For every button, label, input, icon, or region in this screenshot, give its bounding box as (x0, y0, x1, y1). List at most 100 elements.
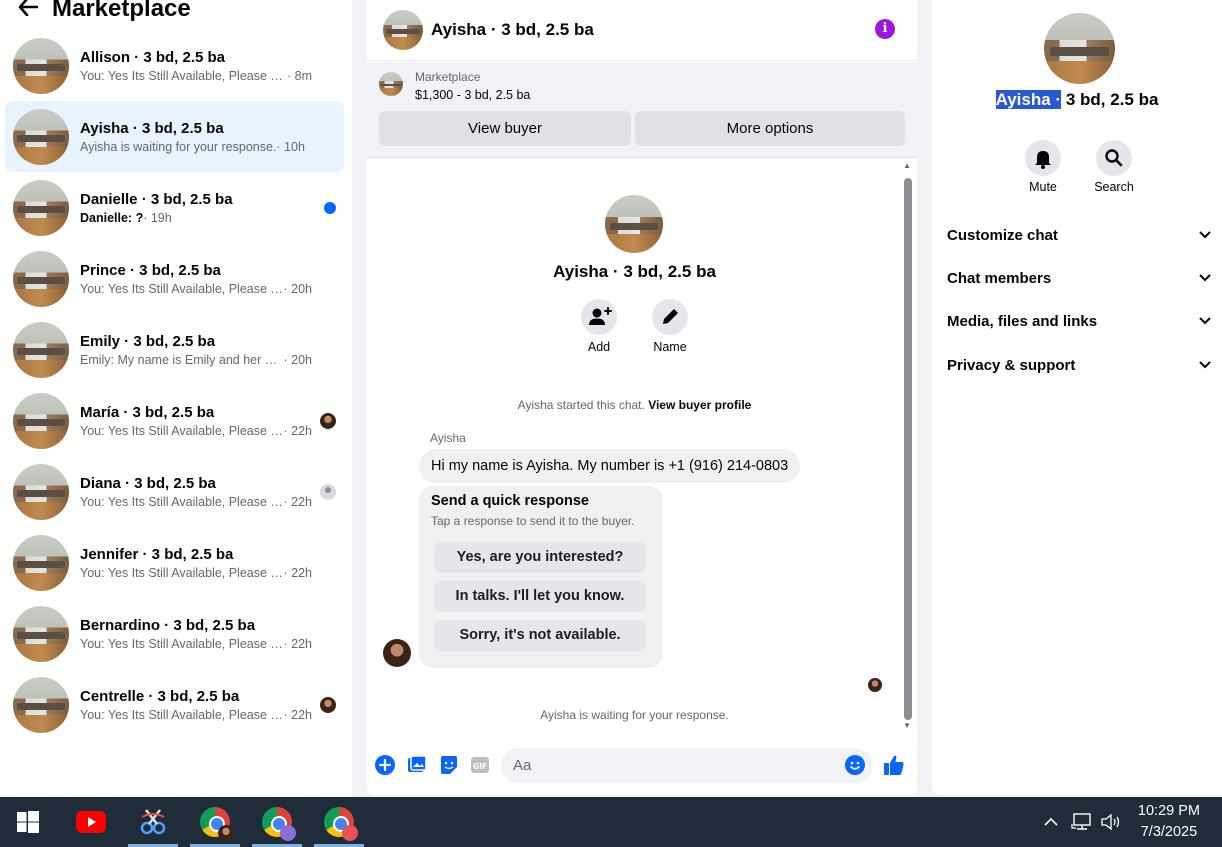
name-label: Name (653, 340, 687, 354)
mute-button[interactable] (1025, 140, 1061, 176)
back-arrow-icon[interactable] (18, 0, 52, 22)
plus-circle-icon[interactable] (375, 755, 395, 775)
more-options-button[interactable]: More options (635, 111, 905, 146)
quick-response-in-talks-button[interactable]: In talks. I'll let you know. (434, 581, 646, 612)
chevron-down-icon (1199, 231, 1211, 239)
chat-started-notice: Ayisha started this chat. View buyer pro… (367, 398, 902, 412)
conversation-time: · 22h (283, 636, 313, 651)
chat-header-avatar[interactable] (383, 10, 423, 50)
sticker-icon[interactable] (439, 755, 459, 775)
chat-header: Ayisha · 3 bd, 2.5 ba (367, 0, 917, 61)
message-input[interactable]: Aa (501, 748, 873, 783)
listing-avatar (13, 250, 69, 307)
thumbs-up-icon[interactable] (883, 754, 905, 776)
conversation-item-allison[interactable]: Allison · 3 bd, 2.5 ba You: Yes Its Stil… (5, 30, 344, 101)
photo-icon[interactable] (407, 755, 427, 775)
chevron-down-icon (1199, 361, 1211, 369)
taskbar-chrome-3[interactable] (314, 797, 364, 847)
profile-badge (218, 825, 234, 841)
listing-avatar (13, 605, 69, 662)
conversation-item-diana[interactable]: Diana · 3 bd, 2.5 ba You: Yes Its Still … (5, 456, 344, 527)
chat-panel: Ayisha · 3 bd, 2.5 ba i Marketplace $1,3… (367, 0, 917, 795)
conversation-item-centrelle[interactable]: Centrelle · 3 bd, 2.5 ba You: Yes Its St… (5, 669, 344, 740)
listing-avatar (13, 676, 69, 733)
conversation-time: · 20h (283, 352, 313, 367)
view-buyer-profile-link[interactable]: View buyer profile (648, 398, 751, 412)
listing-avatar (13, 37, 69, 94)
conversation-item-prince[interactable]: Prince · 3 bd, 2.5 ba You: Yes Its Still… (5, 243, 344, 314)
chat-title[interactable]: Ayisha · 3 bd, 2.5 ba (431, 20, 594, 40)
bell-icon (1035, 151, 1051, 169)
quick-response-yes-button[interactable]: Yes, are you interested? (434, 542, 646, 573)
conversation-preview: Emily: My name is Emily and her na... (80, 352, 284, 367)
sender-avatar[interactable] (383, 639, 411, 667)
conversation-name: María · 3 bd, 2.5 ba (80, 403, 215, 421)
svg-text:GIF: GIF (473, 762, 487, 771)
system-clock[interactable]: 10:29 PM 7/3/2025 (1138, 801, 1200, 843)
gif-icon[interactable]: GIF (470, 755, 490, 775)
scroll-up-arrow-icon[interactable]: ▲ (903, 161, 911, 170)
search-button[interactable] (1096, 140, 1132, 176)
emoji-icon[interactable] (845, 755, 865, 775)
conversation-time: · 22h (283, 494, 313, 509)
taskbar-snipping-tool[interactable] (128, 797, 178, 847)
chrome-icon (324, 807, 358, 841)
conversation-preview: Danielle: ? (80, 210, 144, 225)
chevron-down-icon (1199, 317, 1211, 325)
message-thread: ▲ ▼ Ayisha · 3 bd, 2.5 ba Add Name Ayish… (367, 158, 917, 738)
scrollbar-thumb[interactable] (904, 178, 912, 720)
edit-name-button[interactable] (652, 299, 688, 335)
view-buyer-button[interactable]: View buyer (379, 111, 631, 146)
mute-label: Mute (1029, 180, 1057, 194)
seen-default-avatar-icon (320, 483, 336, 500)
read-receipt-avatar (868, 678, 882, 692)
listing-avatar (13, 534, 69, 591)
search-label: Search (1094, 180, 1134, 194)
listing-avatar (13, 463, 69, 520)
chrome-icon (262, 807, 296, 841)
conversation-name: Diana · 3 bd, 2.5 ba (80, 474, 216, 492)
conversation-time: · 10h (276, 139, 305, 154)
chat-members-section[interactable]: Chat members (947, 267, 1212, 289)
conversation-time: · 22h (283, 565, 313, 580)
media-files-links-section[interactable]: Media, files and links (947, 310, 1212, 332)
taskbar-youtube[interactable] (66, 797, 116, 847)
conversation-preview: You: Yes Its Still Available, Please Sen… (80, 636, 284, 651)
add-person-button[interactable] (581, 299, 617, 335)
conversation-item-ayisha[interactable]: Ayisha · 3 bd, 2.5 ba Ayisha is waiting … (5, 101, 344, 172)
chat-profile-avatar (605, 195, 663, 253)
conversation-preview: Ayisha is waiting for your response. (80, 139, 277, 154)
conversation-item-danielle[interactable]: Danielle · 3 bd, 2.5 ba Danielle: ? · 19h (5, 172, 344, 243)
listing-price: $1,300 - 3 bd, 2.5 ba (415, 88, 531, 102)
conversation-item-bernardino[interactable]: Bernardino · 3 bd, 2.5 ba You: Yes Its S… (5, 598, 344, 669)
volume-icon[interactable] (1100, 797, 1122, 847)
page-title: Marketplace (52, 0, 191, 22)
conversation-name: Bernardino · 3 bd, 2.5 ba (80, 616, 256, 634)
taskbar-chrome-2[interactable] (252, 797, 302, 847)
conversation-name: Ayisha · 3 bd, 2.5 ba (80, 119, 224, 137)
conversation-name: Danielle · 3 bd, 2.5 ba (80, 190, 233, 208)
conversation-item-maria[interactable]: María · 3 bd, 2.5 ba You: Yes Its Still … (5, 385, 344, 456)
conversation-time: · 19h (143, 210, 172, 225)
privacy-support-section[interactable]: Privacy & support (947, 354, 1212, 376)
conversation-preview: You: Yes Its Still Available, Please S..… (80, 707, 284, 722)
scroll-down-arrow-icon[interactable]: ▼ (903, 721, 911, 730)
show-hidden-icons-chevron-icon[interactable] (1043, 797, 1059, 847)
conversation-time: · 20h (283, 281, 313, 296)
conversation-preview: You: Yes Its Still Available, Please Sen… (80, 565, 284, 580)
clock-date: 7/3/2025 (1140, 824, 1198, 840)
taskbar-chrome-1[interactable] (190, 797, 240, 847)
chevron-down-icon (1199, 274, 1211, 282)
details-title-rest: 3 bd, 2.5 ba (1061, 90, 1159, 109)
details-title: Ayisha · 3 bd, 2.5 ba (932, 90, 1222, 110)
customize-chat-section[interactable]: Customize chat (947, 224, 1212, 246)
list-header: Marketplace (0, 0, 352, 22)
start-button[interactable] (3, 797, 53, 847)
listing-avatar (13, 392, 69, 449)
info-icon[interactable]: i (875, 19, 895, 39)
incoming-message: Hi my name is Ayisha. My number is +1 (9… (419, 449, 801, 483)
conversation-item-jennifer[interactable]: Jennifer · 3 bd, 2.5 ba You: Yes Its Sti… (5, 527, 344, 598)
network-icon[interactable] (1071, 797, 1093, 847)
conversation-item-emily[interactable]: Emily · 3 bd, 2.5 ba Emily: My name is E… (5, 314, 344, 385)
quick-response-not-available-button[interactable]: Sorry, it's not available. (434, 620, 646, 651)
